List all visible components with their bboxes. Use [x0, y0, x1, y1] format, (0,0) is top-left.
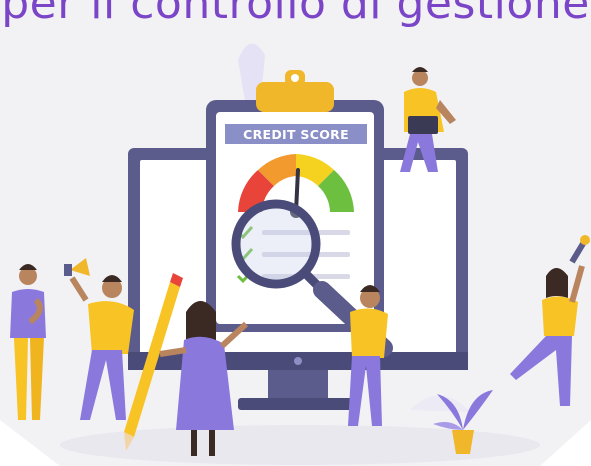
credit-score-badge: CREDIT SCORE [225, 124, 367, 144]
person-celebrating [510, 235, 590, 406]
illustration-canvas: per il controllo di gestione CREDIT SCOR… [0, 0, 591, 466]
credit-score-label: CREDIT SCORE [243, 127, 349, 142]
person-with-megaphone [64, 258, 134, 420]
credit-score-illustration: CREDIT SCORE [0, 43, 591, 466]
person-thinking [10, 264, 46, 420]
